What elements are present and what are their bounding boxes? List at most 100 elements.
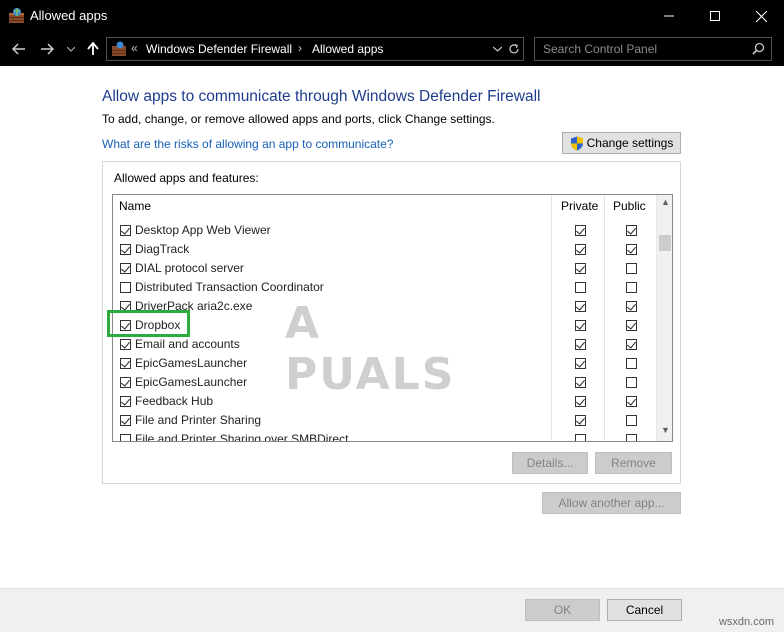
app-name: DiagTrack: [135, 242, 190, 256]
maximize-button[interactable]: [692, 0, 738, 32]
column-header-public[interactable]: Public: [613, 195, 646, 217]
ok-button[interactable]: OK: [525, 599, 600, 621]
private-checkbox[interactable]: [575, 396, 586, 407]
back-button[interactable]: [8, 38, 30, 60]
risks-link[interactable]: What are the risks of allowing an app to…: [102, 137, 393, 151]
allowed-apps-list[interactable]: Name Private Public Desktop App Web View…: [112, 194, 673, 442]
remove-button[interactable]: Remove: [595, 452, 672, 474]
app-enabled-checkbox[interactable]: [120, 244, 131, 255]
page-heading: Allow apps to communicate through Window…: [102, 88, 541, 105]
app-name: DIAL protocol server: [135, 261, 244, 275]
public-checkbox[interactable]: [626, 415, 637, 426]
public-checkbox[interactable]: [626, 358, 637, 369]
app-row[interactable]: Dropbox: [113, 316, 656, 335]
maximize-icon: [710, 11, 720, 21]
public-checkbox[interactable]: [626, 263, 637, 274]
app-enabled-checkbox[interactable]: [120, 282, 131, 293]
forward-arrow-icon: [41, 43, 54, 55]
app-enabled-checkbox[interactable]: [120, 225, 131, 236]
app-row[interactable]: Distributed Transaction Coordinator: [113, 278, 656, 297]
title-bar: Allowed apps: [0, 0, 784, 32]
breadcrumb-separator: «: [131, 41, 138, 55]
recent-locations-button[interactable]: [64, 38, 78, 60]
allow-another-app-button[interactable]: Allow another app...: [542, 492, 681, 514]
address-bar[interactable]: « Windows Defender Firewall › Allowed ap…: [106, 37, 524, 61]
public-checkbox[interactable]: [626, 377, 637, 388]
recent-chevron-icon: [67, 46, 75, 52]
app-row[interactable]: DIAL protocol server: [113, 259, 656, 278]
up-button[interactable]: [83, 38, 103, 60]
breadcrumb-separator: ›: [298, 41, 302, 55]
app-enabled-checkbox[interactable]: [120, 415, 131, 426]
private-checkbox[interactable]: [575, 434, 586, 441]
public-checkbox[interactable]: [626, 320, 637, 331]
public-checkbox[interactable]: [626, 396, 637, 407]
public-checkbox[interactable]: [626, 434, 637, 441]
app-row[interactable]: Desktop App Web Viewer: [113, 221, 656, 240]
private-checkbox[interactable]: [575, 244, 586, 255]
vertical-scrollbar[interactable]: ▲ ▼: [656, 195, 672, 441]
app-row[interactable]: Email and accounts: [113, 335, 656, 354]
uac-shield-icon: [570, 136, 583, 150]
back-arrow-icon: [12, 43, 25, 55]
private-checkbox[interactable]: [575, 225, 586, 236]
search-icon[interactable]: [752, 42, 765, 55]
app-row[interactable]: File and Printer Sharing over SMBDirect: [113, 430, 656, 442]
app-enabled-checkbox[interactable]: [120, 339, 131, 350]
app-enabled-checkbox[interactable]: [120, 358, 131, 369]
public-checkbox[interactable]: [626, 244, 637, 255]
private-checkbox[interactable]: [575, 415, 586, 426]
group-label: Allowed apps and features:: [114, 171, 259, 185]
app-row[interactable]: DiagTrack: [113, 240, 656, 259]
breadcrumb-allowed-apps[interactable]: Allowed apps: [312, 42, 383, 56]
app-enabled-checkbox[interactable]: [120, 434, 131, 441]
scroll-thumb[interactable]: [659, 235, 671, 251]
close-button[interactable]: [738, 0, 784, 32]
column-header-name[interactable]: Name: [119, 195, 151, 217]
app-row[interactable]: EpicGamesLauncher: [113, 373, 656, 392]
search-input[interactable]: Search Control Panel: [534, 37, 772, 61]
private-checkbox[interactable]: [575, 301, 586, 312]
public-checkbox[interactable]: [626, 282, 637, 293]
app-name: Email and accounts: [135, 337, 240, 351]
dropdown-chevron-icon[interactable]: [493, 46, 502, 52]
minimize-button[interactable]: [646, 0, 692, 32]
app-enabled-checkbox[interactable]: [120, 263, 131, 274]
change-settings-button[interactable]: Change settings: [562, 132, 681, 154]
search-placeholder: Search Control Panel: [543, 42, 658, 56]
public-checkbox[interactable]: [626, 225, 637, 236]
dropbox-highlight-box: [107, 310, 190, 337]
public-checkbox[interactable]: [626, 301, 637, 312]
refresh-icon[interactable]: [508, 43, 520, 55]
app-name: Distributed Transaction Coordinator: [135, 280, 324, 294]
scroll-up-arrow[interactable]: ▲: [657, 197, 672, 213]
details-button[interactable]: Details...: [512, 452, 588, 474]
column-header-private[interactable]: Private: [561, 195, 598, 217]
change-settings-label: Change settings: [586, 136, 674, 150]
private-checkbox[interactable]: [575, 282, 586, 293]
app-name: File and Printer Sharing over SMBDirect: [135, 432, 349, 442]
forward-button[interactable]: [36, 38, 58, 60]
private-checkbox[interactable]: [575, 320, 586, 331]
app-name: Desktop App Web Viewer: [135, 223, 271, 237]
app-enabled-checkbox[interactable]: [120, 377, 131, 388]
breadcrumb-firewall[interactable]: Windows Defender Firewall: [146, 42, 292, 56]
firewall-location-icon: [112, 41, 126, 56]
app-row[interactable]: Feedback Hub: [113, 392, 656, 411]
cancel-button[interactable]: Cancel: [607, 599, 682, 621]
app-name: EpicGamesLauncher: [135, 375, 248, 389]
instruction-text: To add, change, or remove allowed apps a…: [102, 112, 495, 126]
private-checkbox[interactable]: [575, 377, 586, 388]
window-title: Allowed apps: [30, 8, 108, 23]
close-icon: [755, 10, 767, 22]
app-enabled-checkbox[interactable]: [120, 396, 131, 407]
app-row[interactable]: EpicGamesLauncher: [113, 354, 656, 373]
public-checkbox[interactable]: [626, 339, 637, 350]
private-checkbox[interactable]: [575, 358, 586, 369]
app-name: Feedback Hub: [135, 394, 214, 408]
scroll-down-arrow[interactable]: ▼: [657, 425, 672, 441]
private-checkbox[interactable]: [575, 339, 586, 350]
app-row[interactable]: DriverPack aria2c.exe: [113, 297, 656, 316]
app-row[interactable]: File and Printer Sharing: [113, 411, 656, 430]
private-checkbox[interactable]: [575, 263, 586, 274]
